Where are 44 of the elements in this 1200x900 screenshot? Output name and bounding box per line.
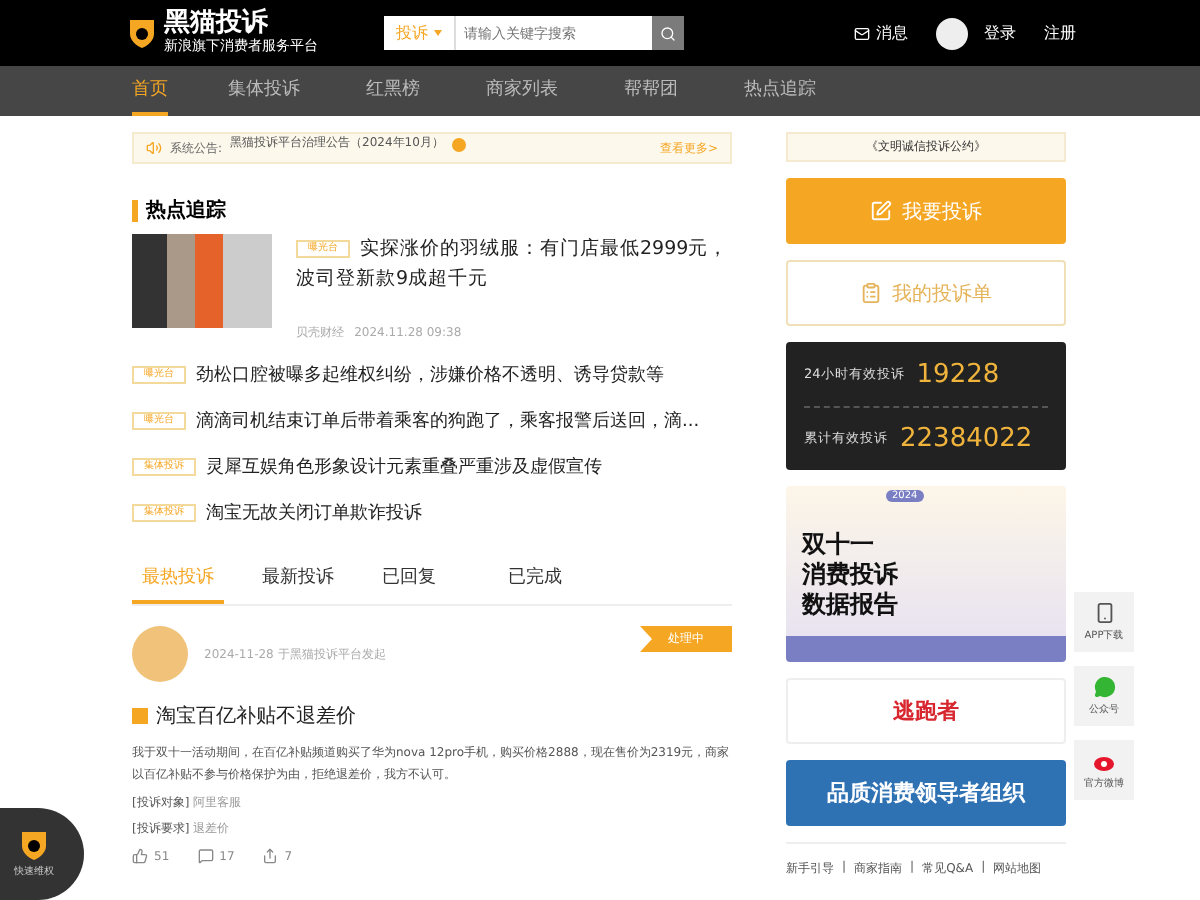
user-avatar[interactable] (936, 17, 968, 49)
shield-icon (20, 830, 48, 860)
thumbs-up-icon (132, 848, 148, 864)
search-icon (660, 25, 676, 41)
nav-tab[interactable]: 集体投诉 (228, 66, 300, 116)
eye-icon (1093, 751, 1115, 771)
search-button[interactable] (652, 16, 684, 50)
phone-icon (1093, 602, 1115, 624)
edit-icon (870, 200, 892, 222)
nav-tab[interactable]: 商家列表 (486, 66, 558, 116)
complaint-tab[interactable]: 已完成 (498, 564, 572, 604)
header-link[interactable]: 注册 (1044, 22, 1076, 44)
banner-text: 逃跑者 (893, 696, 959, 726)
banner-text: 双十一 (802, 529, 874, 559)
avatar-placeholder (132, 626, 188, 682)
stat-value: 19228 (916, 359, 1000, 389)
mail-icon (854, 25, 870, 41)
header-link[interactable]: 登录 (984, 22, 1016, 44)
notice-dot (451, 137, 466, 151)
banner-text: 数据报告 (802, 589, 898, 619)
complaint-tab[interactable]: 已回复 (372, 564, 446, 604)
complaint-tab[interactable]: 最新投诉 (252, 564, 344, 604)
nav-tab[interactable]: 首页 (132, 66, 168, 116)
promo-banner[interactable]: 逃跑者 (786, 678, 1066, 744)
complaint-title[interactable]: 淘宝百亿补贴不退差价 (156, 702, 356, 730)
logo-title: 黑猫投诉 (164, 10, 270, 38)
nav-tab[interactable]: 红黑榜 (366, 66, 420, 116)
share-icon (262, 848, 279, 864)
messages-link[interactable]: 消息 (854, 22, 908, 44)
nav-tab[interactable]: 热点追踪 (744, 66, 816, 116)
stat-value: 22384022 (900, 424, 1033, 454)
caret-icon (434, 30, 442, 36)
banner-text: 品质消费领导者组织 (827, 778, 1025, 808)
shield-logo-icon (128, 18, 156, 48)
chat-bubble-icon (1093, 676, 1115, 698)
photo-placeholder (132, 234, 272, 328)
clipboard-icon (860, 282, 882, 304)
banner-text: 消费投诉 (802, 559, 898, 589)
comment-icon (197, 848, 214, 864)
speaker-icon (146, 140, 162, 156)
section-heading: 热点追踪 (132, 200, 732, 222)
nav-tab[interactable]: 帮帮团 (624, 66, 678, 116)
title-marker-icon (132, 708, 148, 724)
promo-banner[interactable]: 品质消费领导者组织 (786, 760, 1066, 826)
